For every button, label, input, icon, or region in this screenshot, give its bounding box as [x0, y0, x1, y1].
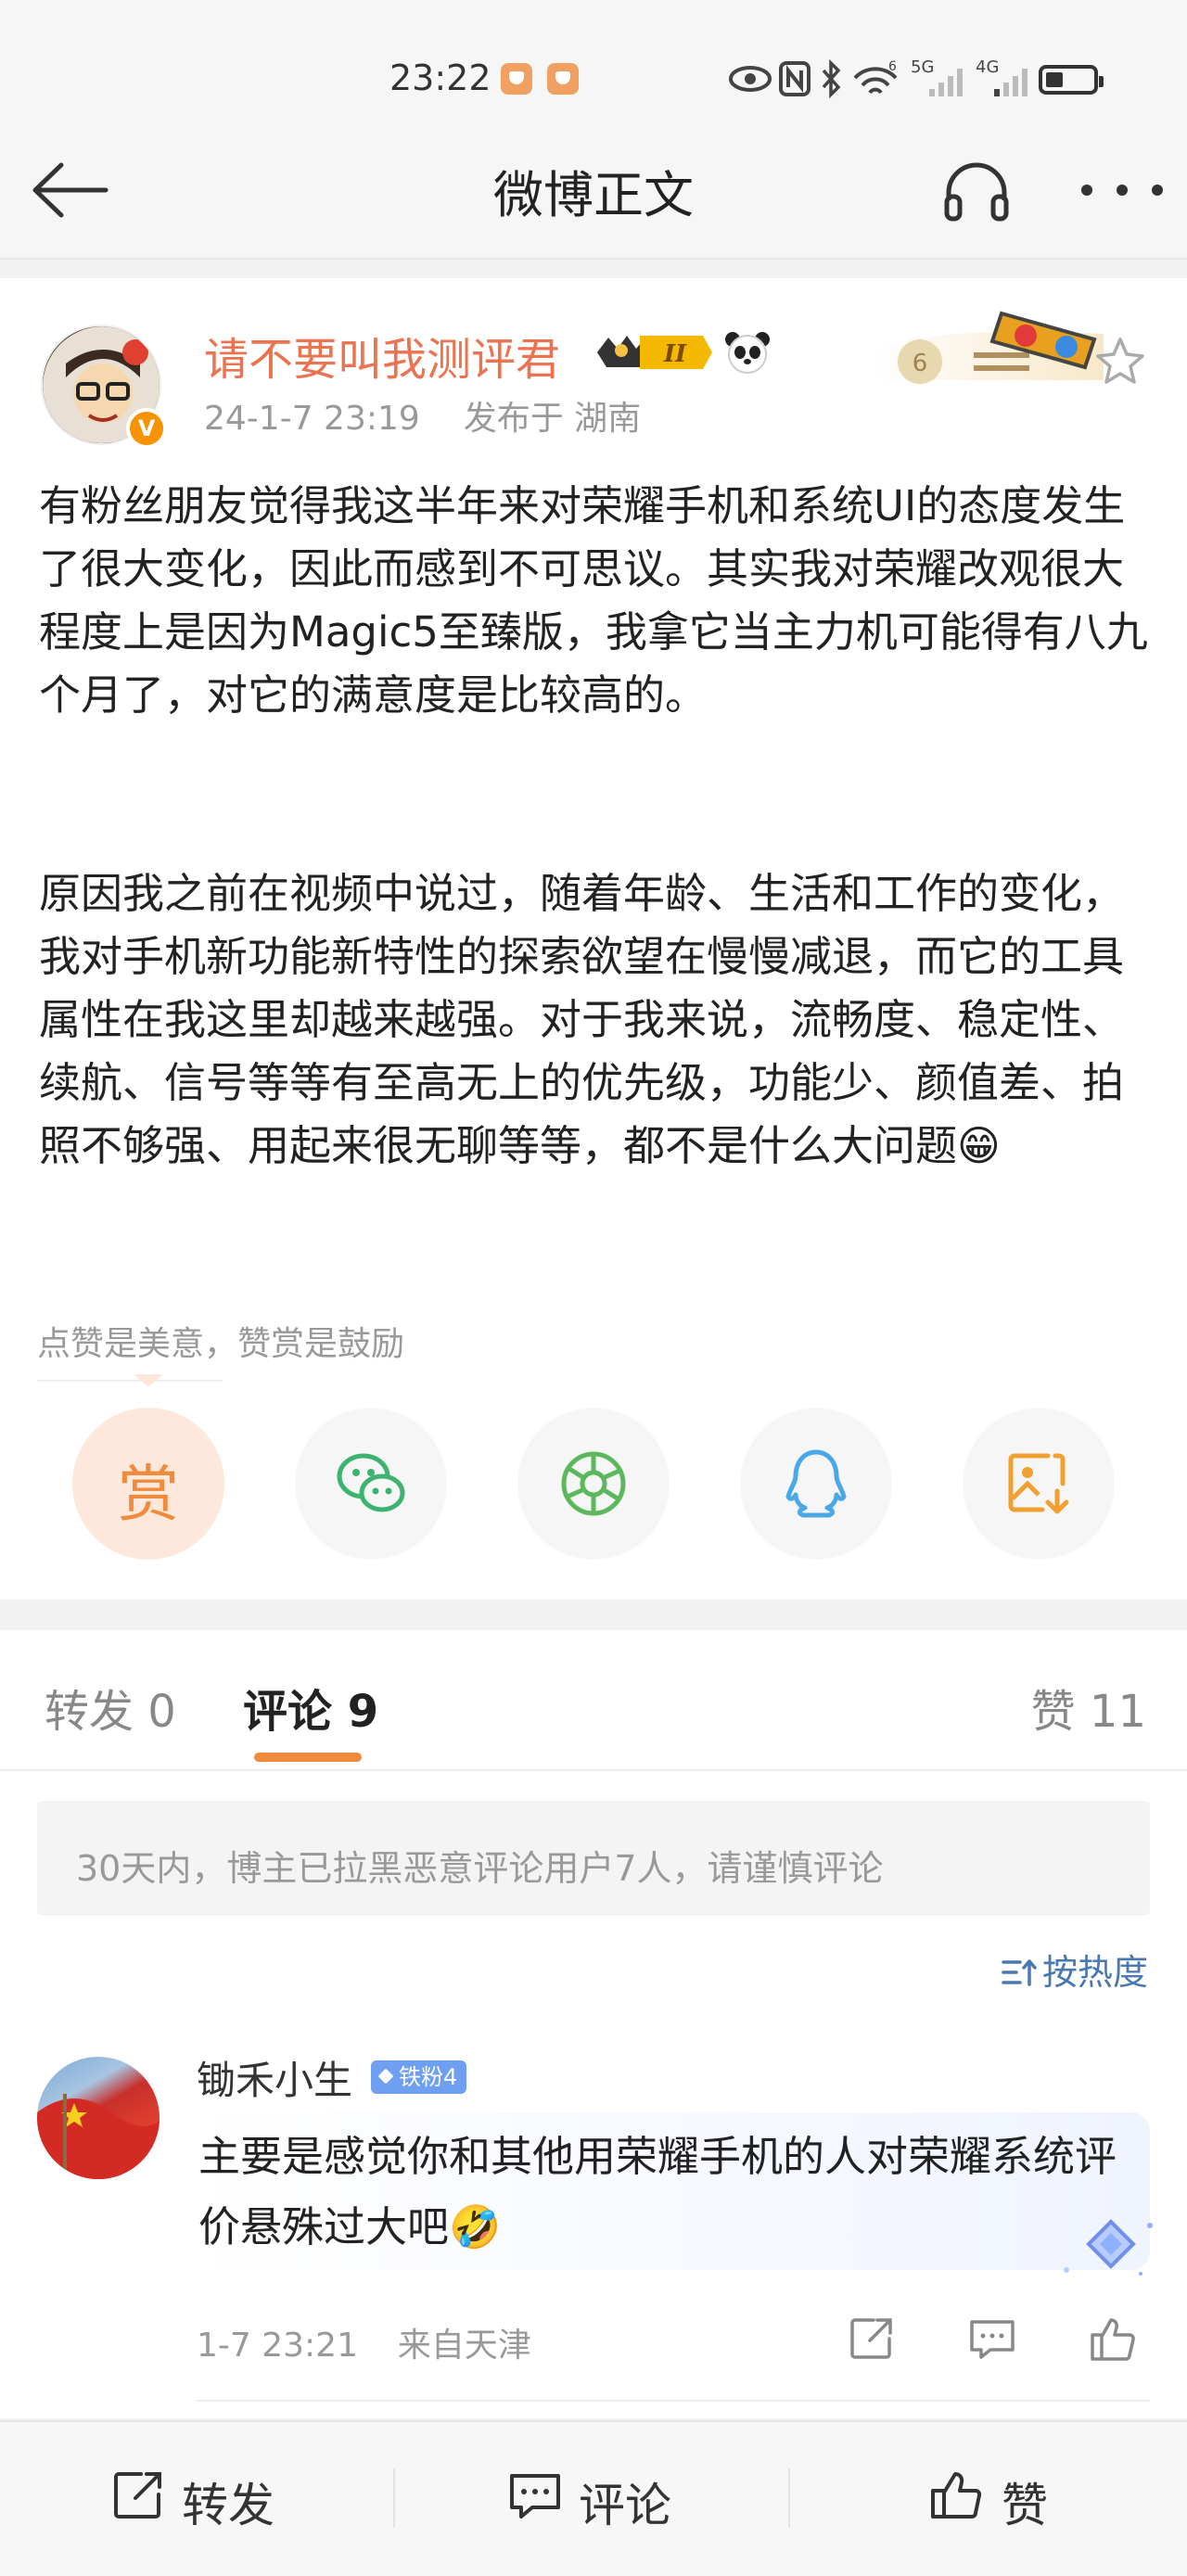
wechat-icon	[337, 1453, 405, 1512]
reward-hint-underline	[37, 1380, 223, 1382]
comment-source: 来自天津	[397, 2327, 531, 2365]
comments-panel: 转发 0 评论 9 赞 11 30天内，博主已拉黑恶意评论用户7人，请谨慎评论 …	[0, 1630, 1187, 2418]
tab-comment[interactable]: 评论 9	[243, 1675, 378, 1740]
eye-icon	[729, 66, 772, 92]
fan-card-decoration-icon[interactable]: 6	[862, 297, 1113, 399]
comment-reply-icon[interactable]	[966, 2313, 1018, 2365]
app-notification-icon	[547, 63, 579, 95]
member-level-badge[interactable]: II	[594, 330, 714, 375]
bottom-action-bar: 转发 评论 赞	[0, 2420, 1187, 2576]
signal-icon	[994, 69, 1027, 96]
post-date: 24-1-7 23:19	[204, 400, 420, 438]
save-image-button[interactable]	[963, 1408, 1115, 1560]
moments-aperture-icon	[561, 1451, 626, 1516]
svg-text:6: 6	[913, 350, 928, 377]
wifi-icon: 6	[853, 59, 898, 95]
flag-avatar-icon	[37, 2094, 160, 2179]
svg-text:6: 6	[888, 59, 897, 74]
status-bar: 23:22 6 5G 4G	[0, 0, 1187, 130]
share-qq-button[interactable]	[740, 1408, 892, 1560]
fan-level-badge[interactable]: 铁粉4	[371, 2060, 467, 2094]
level-text: II	[663, 340, 687, 368]
divider	[0, 1769, 1187, 1771]
post-meta: 24-1-7 23:19 发布于 湖南	[204, 391, 641, 440]
comment-meta: 1-7 23:21 来自天津	[197, 2318, 531, 2366]
sort-label: 按热度	[1041, 1952, 1148, 1993]
commenter-avatar[interactable]	[37, 2057, 160, 2179]
notice-text: 30天内，博主已拉黑恶意评论用户7人，请谨慎评论	[76, 1848, 884, 1889]
qq-penguin-icon	[785, 1449, 847, 1518]
repost-icon	[114, 2472, 161, 2519]
bottom-comment-label: 评论	[579, 2479, 671, 2532]
reward-label: 赏	[118, 1459, 179, 1530]
post-location: 发布于 湖南	[463, 400, 642, 438]
nfc-icon	[779, 61, 810, 96]
bottom-repost-label: 转发	[182, 2479, 274, 2532]
blocked-users-notice: 30天内，博主已拉黑恶意评论用户7人，请谨慎评论	[37, 1801, 1150, 1916]
reward-button[interactable]: 赏	[72, 1408, 224, 1560]
bluetooth-icon	[822, 59, 841, 98]
post-paragraph: 有粉丝朋友觉得我这半年来对荣耀手机和系统UI的态度发生了很大变化，因此而感到不可…	[39, 481, 1148, 720]
verified-badge-icon: V	[126, 408, 167, 449]
status-time: 23:22	[389, 57, 491, 98]
divider	[393, 2468, 395, 2528]
comment-text: 主要是感觉你和其他用荣耀手机的人对荣耀系统评价悬殊过大吧🤣	[198, 2132, 1117, 2251]
post-paragraph: 原因我之前在视频中说过，随着年龄、生活和工作的变化，我对手机新功能新特性的探索欲…	[39, 869, 1125, 1170]
favorite-star-icon[interactable]	[1094, 336, 1146, 388]
comment-icon	[510, 2474, 560, 2519]
tab-repost[interactable]: 转发 0	[45, 1675, 176, 1740]
like-thumb-icon	[931, 2472, 982, 2519]
commenter-name[interactable]: 锄禾小生	[197, 2049, 352, 2106]
top-navigation-bar: 微博正文	[0, 130, 1187, 260]
reward-hint-caret	[134, 1374, 163, 1387]
app-notification-icon	[501, 63, 532, 95]
comment-date: 1-7 23:21	[197, 2327, 358, 2365]
tab-active-indicator	[254, 1753, 362, 1762]
sort-icon	[1002, 1959, 1037, 1986]
divider	[197, 2400, 1150, 2402]
divider	[788, 2468, 790, 2528]
tab-like[interactable]: 赞 11	[1031, 1675, 1146, 1740]
share-wechat-button[interactable]	[295, 1408, 447, 1560]
author-name[interactable]: 请不要叫我测评君	[204, 323, 560, 388]
comment-like-icon[interactable]	[1087, 2313, 1139, 2365]
battery-icon	[1039, 65, 1104, 95]
reward-hint: 点赞是美意，赞赏是鼓励	[37, 1325, 405, 1363]
comment-share-icon[interactable]	[846, 2313, 898, 2365]
headphone-icon[interactable]	[941, 156, 1012, 226]
share-moments-button[interactable]	[517, 1408, 670, 1560]
more-options-icon[interactable]	[1076, 181, 1168, 199]
post-card: V 请不要叫我测评君 II 24-1-7 23:19 发布于 湖南 6 有粉丝朋…	[0, 278, 1187, 1600]
signal-icon	[929, 69, 963, 96]
diamond-decoration-icon	[1064, 2219, 1153, 2276]
sort-by-hot-button[interactable]: 按热度	[1000, 1944, 1148, 1995]
panda-icon	[725, 332, 770, 374]
bottom-like-label: 赞	[1002, 2479, 1048, 2532]
save-image-icon	[1008, 1453, 1069, 1514]
